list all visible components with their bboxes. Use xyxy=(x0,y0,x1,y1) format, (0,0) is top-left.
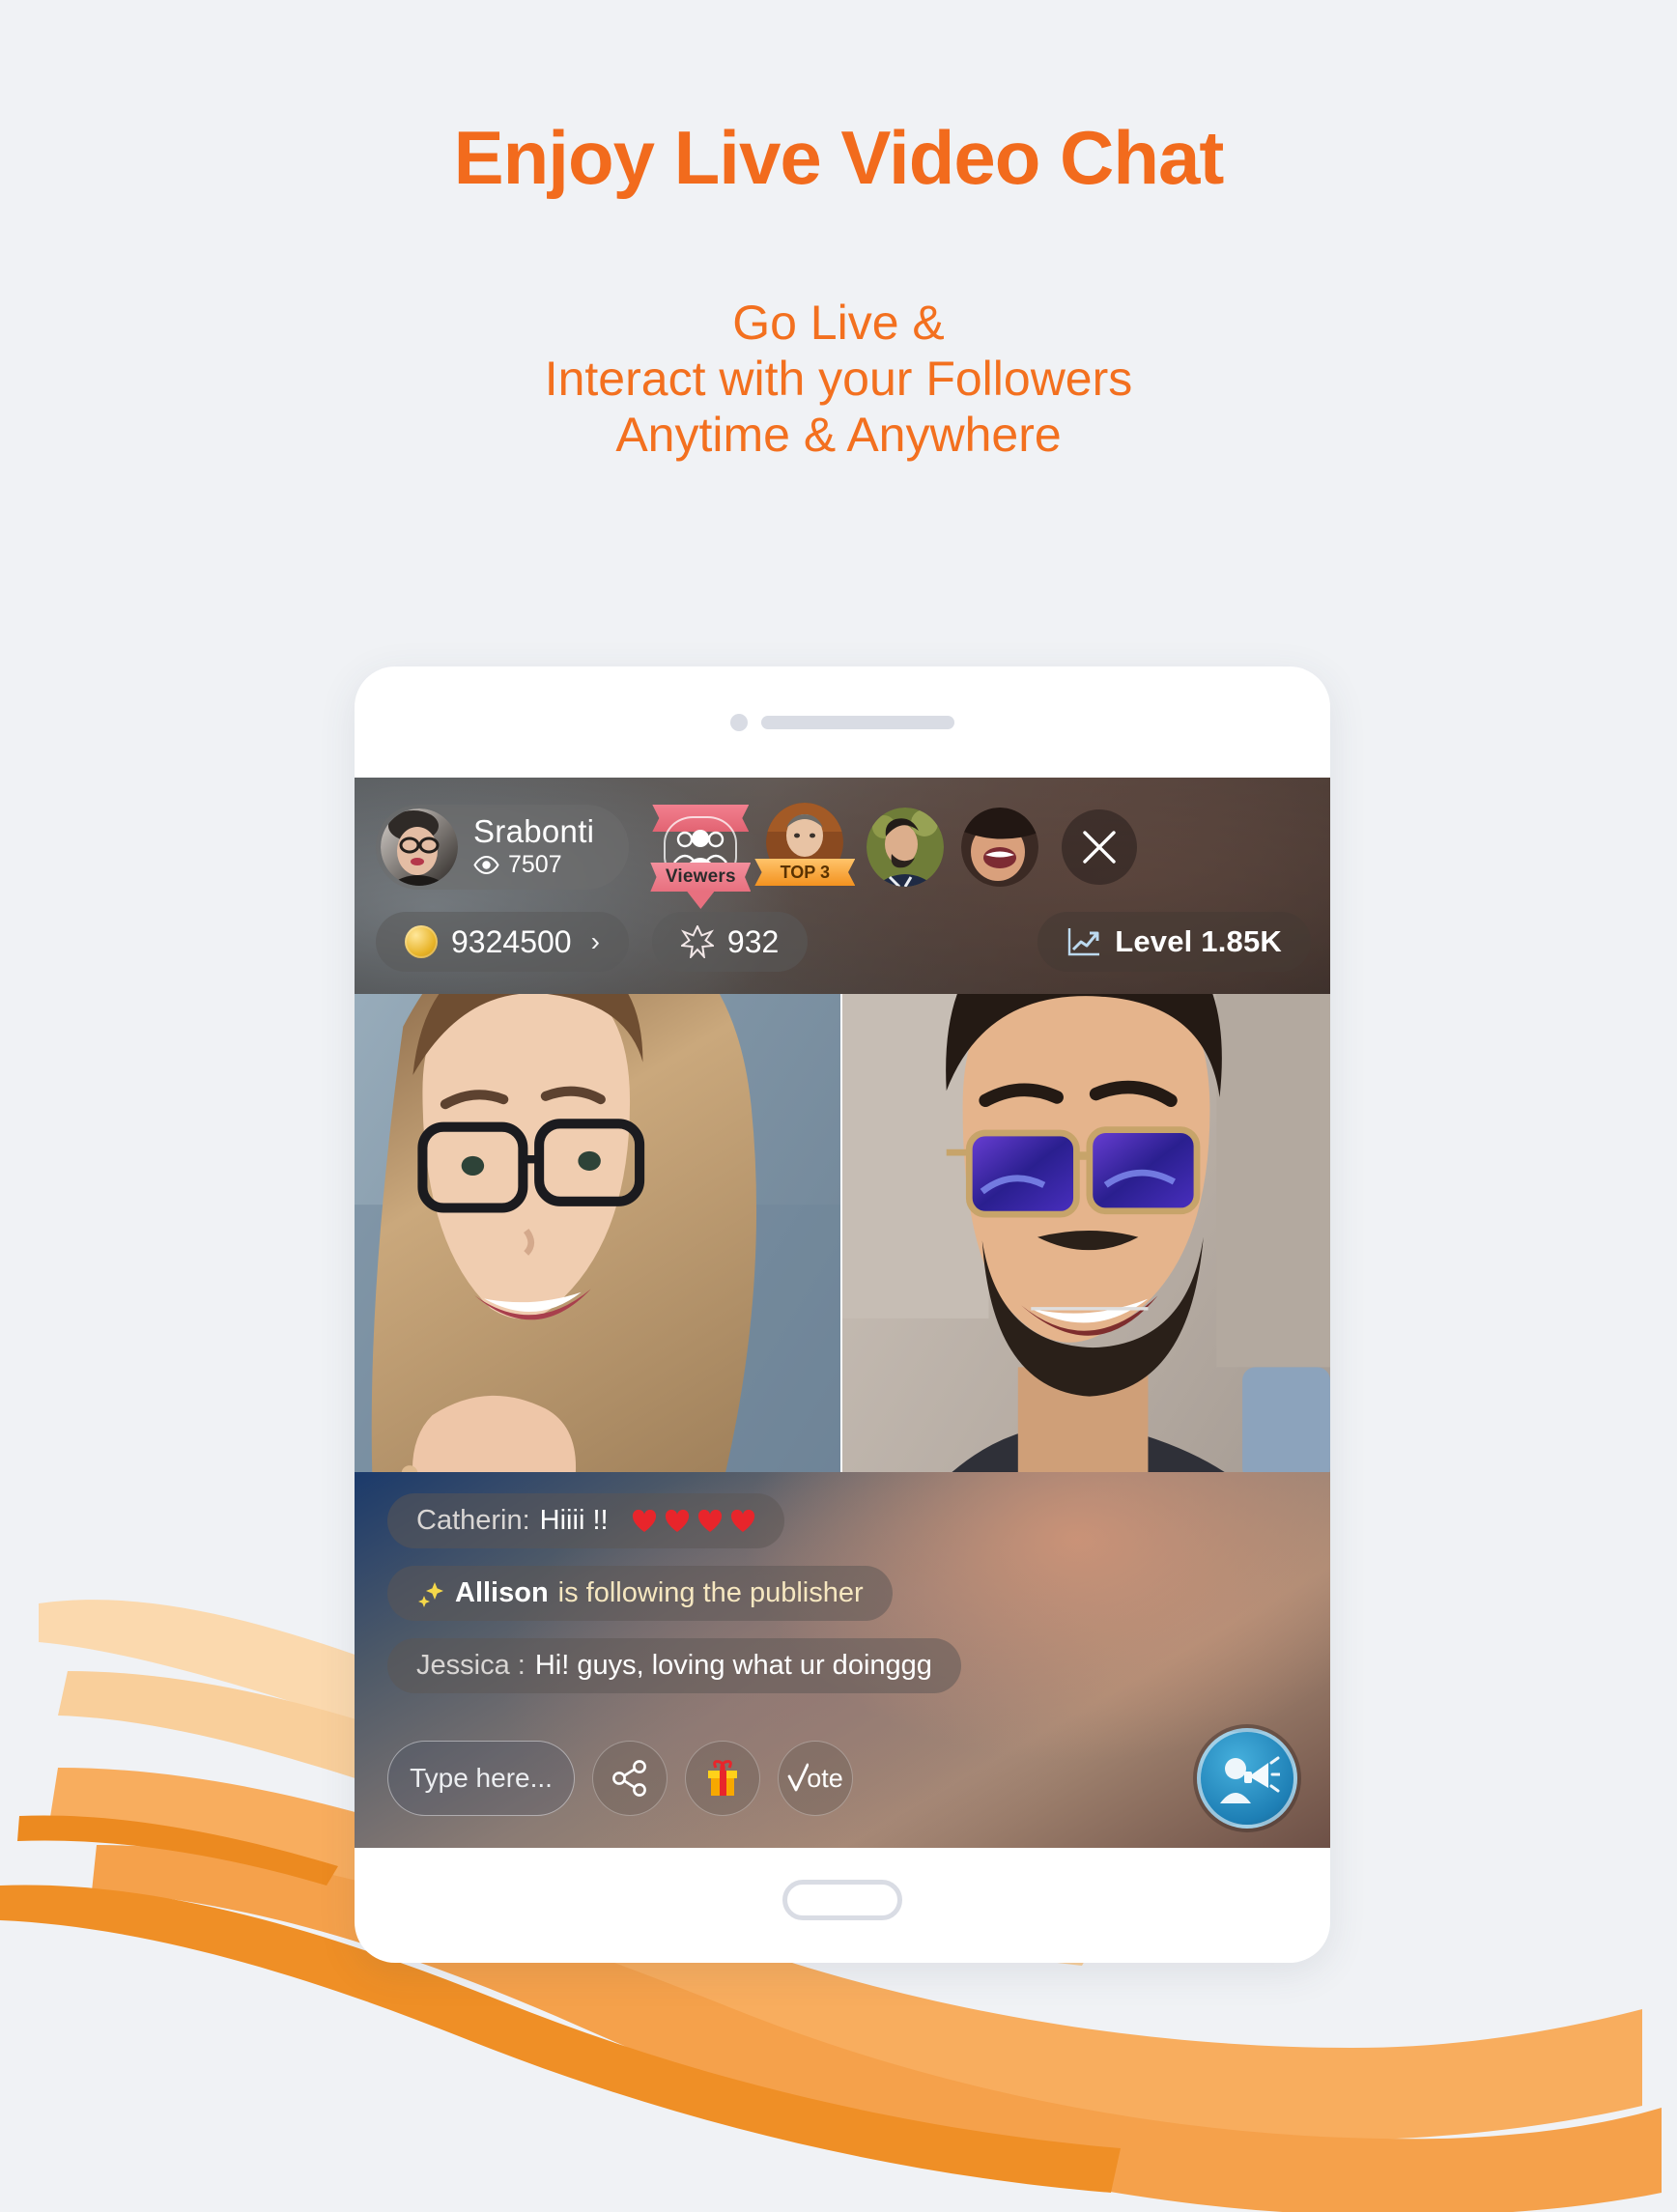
stream-header-top-row: Srabonti 7507 Viewers TOP 3 xyxy=(376,801,1311,909)
close-icon xyxy=(1083,831,1117,864)
stream-header: Srabonti 7507 Viewers TOP 3 9324500 › 93… xyxy=(355,778,1330,994)
chat-input[interactable]: Type here... xyxy=(387,1741,575,1816)
coin-icon xyxy=(405,925,438,958)
chat-toolbar: Type here... ote xyxy=(387,1728,1297,1829)
vote-button[interactable]: ote xyxy=(778,1741,853,1816)
chat-message[interactable]: Jessica : Hi! guys, loving what ur doing… xyxy=(387,1638,961,1693)
chat-overlay: Catherin: Hiiii !! Allison is following … xyxy=(355,1472,1330,1848)
eye-icon xyxy=(473,855,499,874)
publisher-meta: Srabonti 7507 xyxy=(473,815,594,879)
top-badge-label: TOP 3 xyxy=(780,862,830,882)
viewers-badge-label: Viewers xyxy=(665,866,736,887)
subtitle-line-2: Interact with your Followers xyxy=(544,352,1133,406)
video-grid xyxy=(355,994,1330,1472)
follow-text: is following the publisher xyxy=(557,1577,864,1608)
speaker-bar-icon xyxy=(761,716,954,729)
top-viewer-2[interactable] xyxy=(867,808,945,887)
tablet-top-bezel xyxy=(355,712,1330,733)
coin-balance-pill[interactable]: 9324500 › xyxy=(376,912,629,972)
home-button[interactable] xyxy=(782,1880,902,1920)
level-label: Level 1.85K xyxy=(1115,924,1282,958)
heart-reaction-group xyxy=(632,1509,755,1533)
video-pane-left[interactable] xyxy=(355,994,842,1472)
follower-name: Allison xyxy=(455,1577,549,1608)
chat-text: Hi! guys, loving what ur doinggg xyxy=(534,1650,932,1681)
heart-icon xyxy=(665,1509,689,1532)
heart-icon xyxy=(632,1509,656,1532)
heart-icon xyxy=(730,1509,754,1532)
heart-icon xyxy=(697,1509,722,1532)
people-group-icon xyxy=(673,830,728,866)
page-title: Enjoy Live Video Chat xyxy=(453,115,1225,200)
sparkle-icon xyxy=(418,1581,443,1607)
publisher-avatar[interactable] xyxy=(381,808,458,886)
check-icon xyxy=(787,1763,810,1792)
viewer-count: 7507 xyxy=(508,850,562,878)
tablet-device: Srabonti 7507 Viewers TOP 3 9324500 › 93… xyxy=(355,666,1330,1963)
viewer-count-row: 7507 xyxy=(473,851,594,879)
gift-button[interactable] xyxy=(685,1741,760,1816)
star-value: 932 xyxy=(726,923,780,959)
publisher-name: Srabonti xyxy=(473,813,595,850)
tablet-screen: Srabonti 7507 Viewers TOP 3 9324500 › 93… xyxy=(355,778,1330,1848)
top-viewer-1[interactable]: TOP 3 xyxy=(754,797,856,897)
chat-follow-notice[interactable]: Allison is following the publisher xyxy=(387,1566,893,1621)
viewers-badge-tail xyxy=(687,892,715,909)
level-pill[interactable]: Level 1.85K xyxy=(1037,912,1311,972)
vote-label: ote xyxy=(807,1763,843,1793)
chat-author: Catherin: xyxy=(416,1505,530,1536)
chevron-right-icon: › xyxy=(590,926,600,956)
page-subtitle: Go Live & Interact with your Followers A… xyxy=(0,295,1677,463)
top-viewer-3[interactable] xyxy=(961,808,1039,887)
subtitle-line-1: Go Live & xyxy=(732,296,945,350)
poster-root: Enjoy Live Video Chat Go Live & Interact… xyxy=(0,0,1677,2212)
chat-text: Hiiii !! xyxy=(539,1505,609,1536)
chat-author: Jessica : xyxy=(416,1650,526,1681)
close-stream-button[interactable] xyxy=(1062,809,1138,885)
subtitle-line-3: Anytime & Anywhere xyxy=(615,408,1062,462)
viewers-badge-ribbon-bottom: Viewers xyxy=(650,863,752,892)
megaphone-person-icon xyxy=(1220,1756,1280,1803)
share-icon xyxy=(612,1760,646,1797)
camera-dot-icon xyxy=(730,714,748,731)
top-badge: TOP 3 xyxy=(754,859,856,886)
chat-message[interactable]: Catherin: Hiiii !! xyxy=(387,1493,784,1548)
viewers-badge[interactable]: Viewers xyxy=(650,797,752,909)
publisher-pill[interactable]: Srabonti 7507 xyxy=(376,805,630,890)
star-icon xyxy=(680,925,714,958)
stream-stats-row: 9324500 › 932 Level 1.85K xyxy=(376,909,1311,975)
share-button[interactable] xyxy=(592,1741,668,1816)
coin-value: 9324500 xyxy=(451,923,572,959)
video-pane-right[interactable] xyxy=(842,994,1330,1472)
gift-icon xyxy=(708,1760,737,1796)
chat-message-list: Catherin: Hiiii !! Allison is following … xyxy=(387,1493,1297,1693)
go-live-button[interactable] xyxy=(1197,1728,1297,1829)
star-count-pill[interactable]: 932 xyxy=(651,912,809,972)
trending-chart-icon xyxy=(1067,928,1100,956)
vote-label-group: ote xyxy=(787,1763,843,1794)
